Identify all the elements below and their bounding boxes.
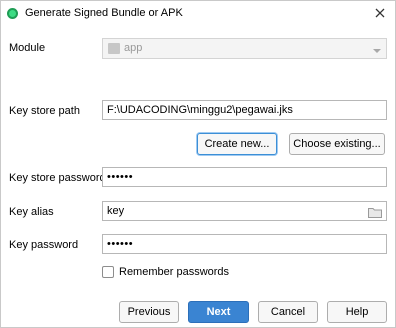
folder-icon[interactable] — [368, 206, 382, 218]
key-password-input[interactable]: •••••• — [102, 234, 387, 254]
key-alias-value: key — [107, 205, 125, 217]
chevron-down-icon — [372, 44, 382, 54]
create-new-button[interactable]: Create new... — [197, 133, 277, 155]
module-label: Module — [9, 42, 46, 54]
close-icon[interactable] — [372, 5, 388, 21]
keystore-password-input[interactable]: •••••• — [102, 167, 387, 187]
cancel-button[interactable]: Cancel — [258, 301, 318, 323]
module-folder-icon — [108, 43, 120, 54]
remember-passwords-label[interactable]: Remember passwords — [119, 266, 229, 278]
android-studio-icon — [7, 8, 18, 19]
key-alias-input[interactable]: key — [102, 201, 387, 221]
help-button[interactable]: Help — [327, 301, 387, 323]
title-bar: Generate Signed Bundle or APK — [1, 1, 395, 27]
previous-button[interactable]: Previous — [119, 301, 179, 323]
next-button[interactable]: Next — [188, 301, 249, 323]
key-alias-label: Key alias — [9, 206, 54, 218]
choose-existing-button[interactable]: Choose existing... — [289, 133, 385, 155]
keystore-password-label: Key store password — [9, 172, 106, 184]
keystore-path-input[interactable]: F:\UDACODING\minggu2\pegawai.jks — [102, 100, 387, 120]
remember-passwords-checkbox[interactable] — [102, 266, 114, 278]
module-value: app — [124, 42, 143, 54]
module-select[interactable]: app — [102, 38, 387, 59]
key-password-label: Key password — [9, 239, 79, 251]
dialog-title: Generate Signed Bundle or APK — [25, 7, 183, 19]
keystore-path-label: Key store path — [9, 105, 80, 117]
generate-signed-bundle-dialog: Generate Signed Bundle or APK Module app… — [0, 0, 396, 328]
